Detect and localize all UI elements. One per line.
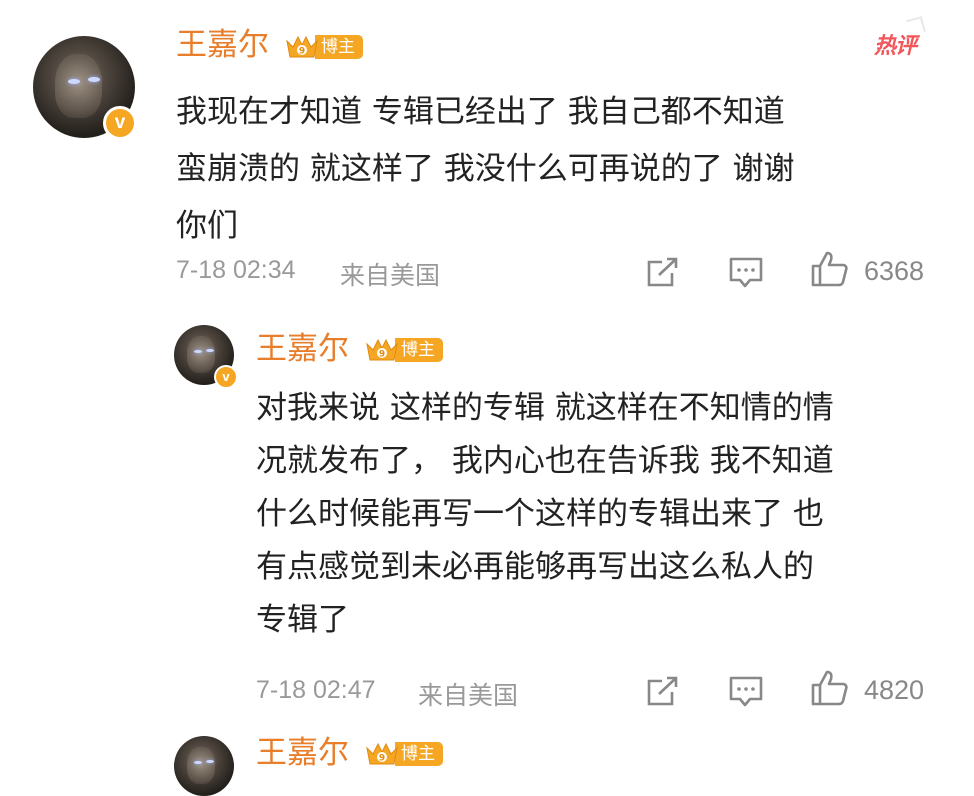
crown-icon: 9 xyxy=(366,338,398,361)
comment-timestamp: 7-18 02:47 xyxy=(256,676,376,704)
avatar-face xyxy=(55,54,103,118)
verified-icon: v xyxy=(214,365,238,389)
username[interactable]: 王嘉尔 xyxy=(176,30,269,61)
verified-icon: v xyxy=(103,106,137,140)
crown-icon: 9 xyxy=(366,742,398,765)
comment-text: 对我来说 这样的专辑 就这样在不知情的情 况就发布了， 我内心也在告诉我 我不知… xyxy=(256,390,834,638)
avatar-eye xyxy=(206,349,214,352)
like-count: 4820 xyxy=(864,675,925,705)
hot-comment-label: 热评 xyxy=(874,28,917,60)
crown-icon: 9 xyxy=(286,35,318,58)
comment-timestamp: 7-18 02:34 xyxy=(176,256,296,284)
svg-text:9: 9 xyxy=(379,350,385,360)
like-count: 6368 xyxy=(864,256,925,286)
comment-location: 来自美国 xyxy=(340,262,441,290)
username[interactable]: 王嘉尔 xyxy=(256,738,349,769)
comment-icon[interactable] xyxy=(728,256,764,290)
badge-label: 博主 xyxy=(395,338,443,362)
badge-label: 博主 xyxy=(315,35,363,59)
avatar-eye xyxy=(206,760,214,763)
blogger-badge: 9 博主 xyxy=(365,336,443,364)
share-icon[interactable] xyxy=(646,256,680,288)
avatar-face xyxy=(187,746,215,784)
username[interactable]: 王嘉尔 xyxy=(256,334,349,365)
comment-location: 来自美国 xyxy=(418,682,519,710)
avatar-eye xyxy=(88,76,101,82)
blogger-badge: 9 博主 xyxy=(285,33,363,61)
like-icon[interactable] xyxy=(810,250,850,288)
comment-text: 我现在才知道 专辑已经出了 我自己都不知道 蛮崩溃的 就这样了 我没什么可再说的… xyxy=(176,94,795,244)
avatar[interactable] xyxy=(174,736,234,796)
badge-label: 博主 xyxy=(395,742,443,766)
comment-icon[interactable] xyxy=(728,675,764,709)
avatar-eye xyxy=(67,78,80,84)
avatar-face xyxy=(187,335,215,373)
blogger-badge: 9 博主 xyxy=(365,740,443,768)
svg-text:9: 9 xyxy=(299,47,305,57)
svg-text:9: 9 xyxy=(379,754,385,764)
avatar[interactable]: v xyxy=(174,325,238,389)
like-icon[interactable] xyxy=(810,669,850,707)
avatar[interactable]: v xyxy=(33,36,137,140)
share-icon[interactable] xyxy=(646,675,680,707)
